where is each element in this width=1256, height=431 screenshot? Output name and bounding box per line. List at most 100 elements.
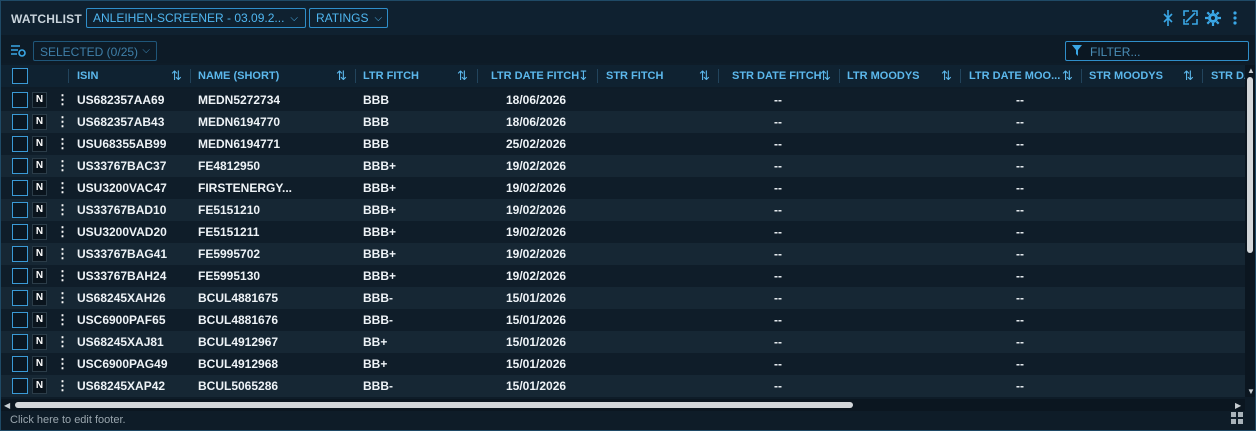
row-menu-icon[interactable]: ⋮ xyxy=(56,375,69,397)
horizontal-scroll-thumb[interactable] xyxy=(15,402,853,408)
row-checkbox[interactable] xyxy=(12,268,28,284)
sort-icon[interactable]: ⇅ xyxy=(1183,65,1194,87)
sort-icon[interactable]: ⇅ xyxy=(171,65,182,87)
row-tag-button[interactable]: N xyxy=(32,158,47,174)
row-checkbox[interactable] xyxy=(12,356,28,372)
row-checkbox[interactable] xyxy=(12,334,28,350)
row-menu-icon[interactable]: ⋮ xyxy=(56,199,69,221)
footer-text[interactable]: Click here to edit footer. xyxy=(10,414,126,426)
row-menu-icon[interactable]: ⋮ xyxy=(56,111,69,133)
row-tag-button[interactable]: N xyxy=(32,356,47,372)
row-tag-button[interactable]: N xyxy=(32,246,47,262)
table-row[interactable]: N ⋮ US33767BAG41 FE5995702 BBB+ 19/02/2026 -- -… xyxy=(1,243,1245,265)
vertical-scrollbar[interactable]: ▲ ▼ xyxy=(1245,65,1255,397)
more-icon[interactable] xyxy=(1233,10,1237,30)
cell-ltr-fitch: BBB xyxy=(363,93,389,107)
scroll-left-icon[interactable]: ◀ xyxy=(4,401,10,410)
filter-input[interactable] xyxy=(1088,43,1247,61)
row-tag-button[interactable]: N xyxy=(32,224,47,240)
row-checkbox[interactable] xyxy=(12,114,28,130)
sort-icon[interactable]: ⇅ xyxy=(941,65,952,87)
row-checkbox[interactable] xyxy=(12,202,28,218)
expand-icon[interactable] xyxy=(1183,10,1198,29)
column-header-ltr-date-fitch[interactable]: LTR DATE FITCH xyxy=(491,65,579,87)
view-dropdown[interactable]: RATINGS ⌵ xyxy=(309,8,388,28)
screener-dropdown[interactable]: ANLEIHEN-SCREENER - 03.09.2... ⌵ xyxy=(86,8,306,28)
row-tag-button[interactable]: N xyxy=(32,136,47,152)
table-row[interactable]: N ⋮ US68245XAJ81 BCUL4912967 BB+ 15/01/2026 --… xyxy=(1,331,1245,353)
row-menu-icon[interactable]: ⋮ xyxy=(56,243,69,265)
row-menu-icon[interactable]: ⋮ xyxy=(56,353,69,375)
filter-field[interactable] xyxy=(1065,41,1249,61)
row-checkbox[interactable] xyxy=(12,378,28,394)
row-checkbox[interactable] xyxy=(12,92,28,108)
sort-icon[interactable]: ⇅ xyxy=(1062,65,1073,87)
row-tag-button[interactable]: N xyxy=(32,114,47,130)
sort-icon[interactable]: ⇅ xyxy=(820,65,831,87)
row-menu-icon[interactable]: ⋮ xyxy=(56,177,69,199)
column-header-ltr-fitch[interactable]: LTR FITCH xyxy=(363,65,419,87)
row-checkbox[interactable] xyxy=(12,136,28,152)
sort-icon[interactable]: ⇅ xyxy=(699,65,710,87)
scroll-right-icon[interactable]: ▶ xyxy=(1235,401,1241,410)
table-row[interactable]: N ⋮ US68245XAH26 BCUL4881675 BBB- 15/01/2026 -… xyxy=(1,287,1245,309)
column-header-ltr-moodys[interactable]: LTR MOODYS xyxy=(847,65,920,87)
row-checkbox[interactable] xyxy=(12,290,28,306)
column-header-str-date-fitch[interactable]: STR DATE FITCH xyxy=(732,65,822,87)
table-row[interactable]: N ⋮ US68245XAP42 BCUL5065286 BBB- 15/01/2026 -… xyxy=(1,375,1245,397)
select-all-checkbox[interactable] xyxy=(12,68,28,84)
table-row[interactable]: N ⋮ US682357AB43 MEDN6194770 BBB 18/06/2026 --… xyxy=(1,111,1245,133)
column-header-isin[interactable]: ISIN xyxy=(77,65,98,87)
column-header-str-moodys[interactable]: STR MOODYS xyxy=(1089,65,1163,87)
row-tag-button[interactable]: N xyxy=(32,290,47,306)
cell-isin: US33767BAG41 xyxy=(77,247,168,261)
table-row[interactable]: N ⋮ US33767BAH24 FE5995130 BBB+ 19/02/2026 -- -… xyxy=(1,265,1245,287)
row-tag-button[interactable]: N xyxy=(32,378,47,394)
column-divider xyxy=(718,69,719,83)
sort-icon[interactable]: ⇅ xyxy=(457,65,468,87)
row-menu-icon[interactable]: ⋮ xyxy=(56,133,69,155)
scroll-up-icon[interactable]: ▲ xyxy=(1247,66,1255,75)
gear-icon[interactable] xyxy=(1205,10,1221,30)
row-tag-button[interactable]: N xyxy=(32,202,47,218)
vertical-scroll-thumb[interactable] xyxy=(1247,77,1253,253)
horizontal-scrollbar[interactable]: ◀ ▶ xyxy=(1,399,1245,411)
column-header-name[interactable]: NAME (SHORT) xyxy=(198,65,279,87)
cell-name: FE5151210 xyxy=(198,203,261,217)
row-tag-button[interactable]: N xyxy=(32,92,47,108)
row-menu-icon[interactable]: ⋮ xyxy=(56,331,69,353)
column-header-str-fitch[interactable]: STR FITCH xyxy=(606,65,663,87)
table-row[interactable]: N ⋮ US33767BAC37 FE4812950 BBB+ 19/02/2026 -- -… xyxy=(1,155,1245,177)
table-row[interactable]: N ⋮ USU3200VAC47 FIRSTENERGY... BBB+ 19/02/20… xyxy=(1,177,1245,199)
sort-icon[interactable]: ⇅ xyxy=(336,65,347,87)
table-row[interactable]: N ⋮ USC6900PAF65 BCUL4881676 BBB- 15/01/2026 -… xyxy=(1,309,1245,331)
table-row[interactable]: N ⋮ USU68355AB99 MEDN6194771 BBB 25/02/2026 --… xyxy=(1,133,1245,155)
row-menu-icon[interactable]: ⋮ xyxy=(56,265,69,287)
column-header-str-date[interactable]: STR DA xyxy=(1211,65,1245,87)
row-checkbox[interactable] xyxy=(12,246,28,262)
row-menu-icon[interactable]: ⋮ xyxy=(56,155,69,177)
table-row[interactable]: N ⋮ US682357AA69 MEDN5272734 BBB 18/06/2026 --… xyxy=(1,89,1245,111)
row-tag-button[interactable]: N xyxy=(32,180,47,196)
grid-layout-icon[interactable] xyxy=(1231,412,1244,425)
row-menu-icon[interactable]: ⋮ xyxy=(56,287,69,309)
column-settings-icon[interactable] xyxy=(11,44,26,63)
table-row[interactable]: N ⋮ US33767BAD10 FE5151210 BBB+ 19/02/2026 -- -… xyxy=(1,199,1245,221)
pin-icon[interactable] xyxy=(1163,10,1173,30)
row-checkbox[interactable] xyxy=(12,158,28,174)
row-menu-icon[interactable]: ⋮ xyxy=(56,221,69,243)
row-tag-button[interactable]: N xyxy=(32,312,47,328)
selected-dropdown[interactable]: SELECTED (0/25) ⌵ xyxy=(33,41,157,61)
row-checkbox[interactable] xyxy=(12,180,28,196)
row-menu-icon[interactable]: ⋮ xyxy=(56,89,69,111)
row-menu-icon[interactable]: ⋮ xyxy=(56,309,69,331)
row-tag-button[interactable]: N xyxy=(32,334,47,350)
scroll-down-icon[interactable]: ▼ xyxy=(1247,387,1255,396)
column-header-ltr-date-moodys[interactable]: LTR DATE MOO... xyxy=(969,65,1060,87)
row-checkbox[interactable] xyxy=(12,224,28,240)
table-row[interactable]: N ⋮ USC6900PAG49 BCUL4912968 BB+ 15/01/2026 --… xyxy=(1,353,1245,375)
table-row[interactable]: N ⋮ USU3200VAD20 FE5151211 BBB+ 19/02/2026 -- -… xyxy=(1,221,1245,243)
sort-descending-icon[interactable]: ↧ xyxy=(578,65,589,87)
row-checkbox[interactable] xyxy=(12,312,28,328)
row-tag-button[interactable]: N xyxy=(32,268,47,284)
